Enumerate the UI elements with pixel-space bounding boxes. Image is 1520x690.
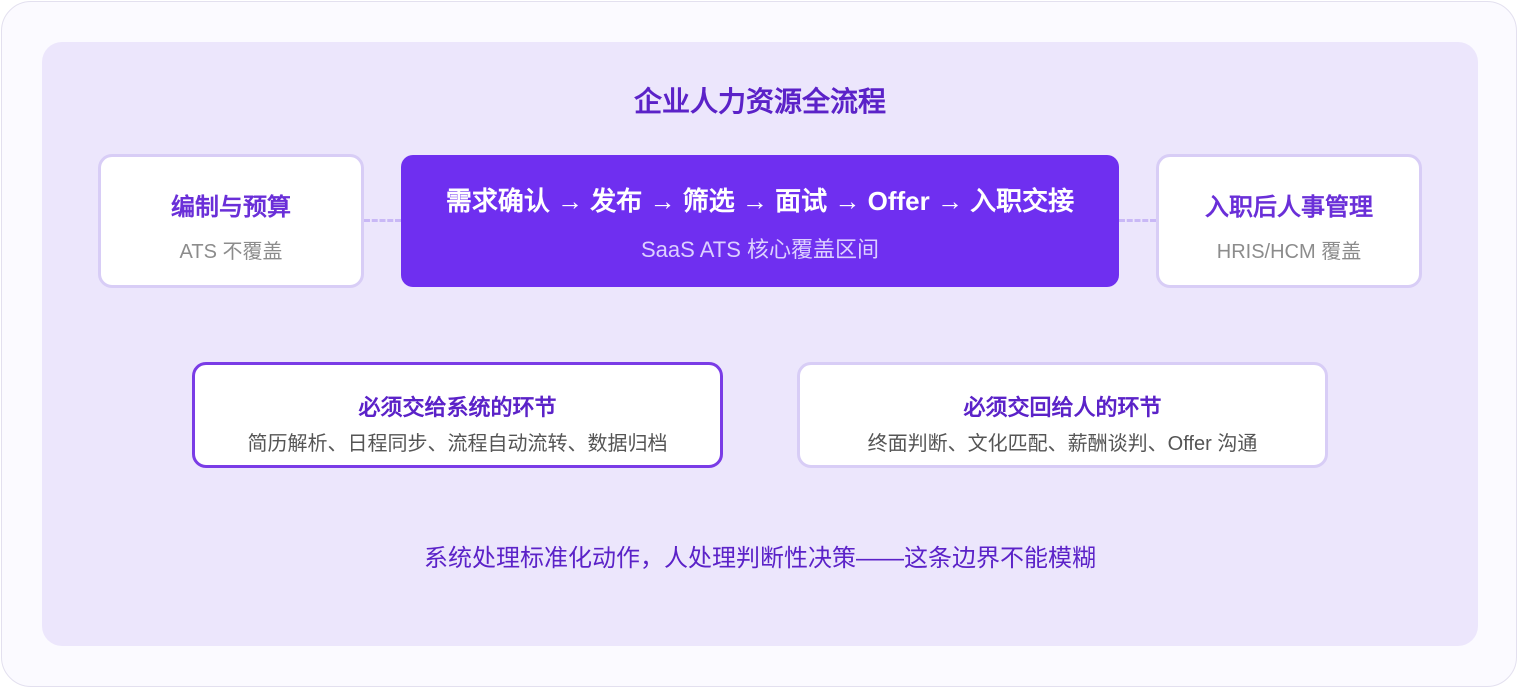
- human-tasks-box: 必须交回给人的环节 终面判断、文化匹配、薪酬谈判、Offer 沟通: [797, 362, 1328, 468]
- stage-budget: 编制与预算 ATS 不覆盖: [98, 154, 364, 288]
- footer-caption: 系统处理标准化动作，人处理判断性决策——这条边界不能模糊: [424, 545, 1096, 572]
- stage-hr-subtitle: HRIS/HCM 覆盖: [1216, 241, 1362, 263]
- stage-hr-title: 入职后人事管理: [1205, 194, 1373, 221]
- core-subtitle: SaaS ATS 核心覆盖区间: [641, 237, 879, 262]
- stage-hr-management: 入职后人事管理 HRIS/HCM 覆盖: [1156, 154, 1422, 288]
- core-flow-text: 需求确认 → 发布 → 筛选 → 面试 → Offer → 入职交接: [445, 186, 1075, 216]
- human-tasks-items: 终面判断、文化匹配、薪酬谈判、Offer 沟通: [867, 433, 1258, 455]
- stage-ats-core: 需求确认 → 发布 → 筛选 → 面试 → Offer → 入职交接 SaaS …: [401, 155, 1119, 287]
- stage-budget-subtitle: ATS 不覆盖: [179, 241, 283, 263]
- connector-right: [1119, 219, 1156, 222]
- system-tasks-title: 必须交给系统的环节: [358, 395, 557, 420]
- human-tasks-title: 必须交回给人的环节: [963, 395, 1162, 420]
- diagram-title: 企业人力资源全流程: [633, 86, 886, 117]
- system-tasks-items: 简历解析、日程同步、流程自动流转、数据归档: [247, 433, 668, 455]
- connector-left: [364, 219, 401, 222]
- stage-budget-title: 编制与预算: [171, 194, 291, 221]
- system-tasks-box: 必须交给系统的环节 简历解析、日程同步、流程自动流转、数据归档: [192, 362, 723, 468]
